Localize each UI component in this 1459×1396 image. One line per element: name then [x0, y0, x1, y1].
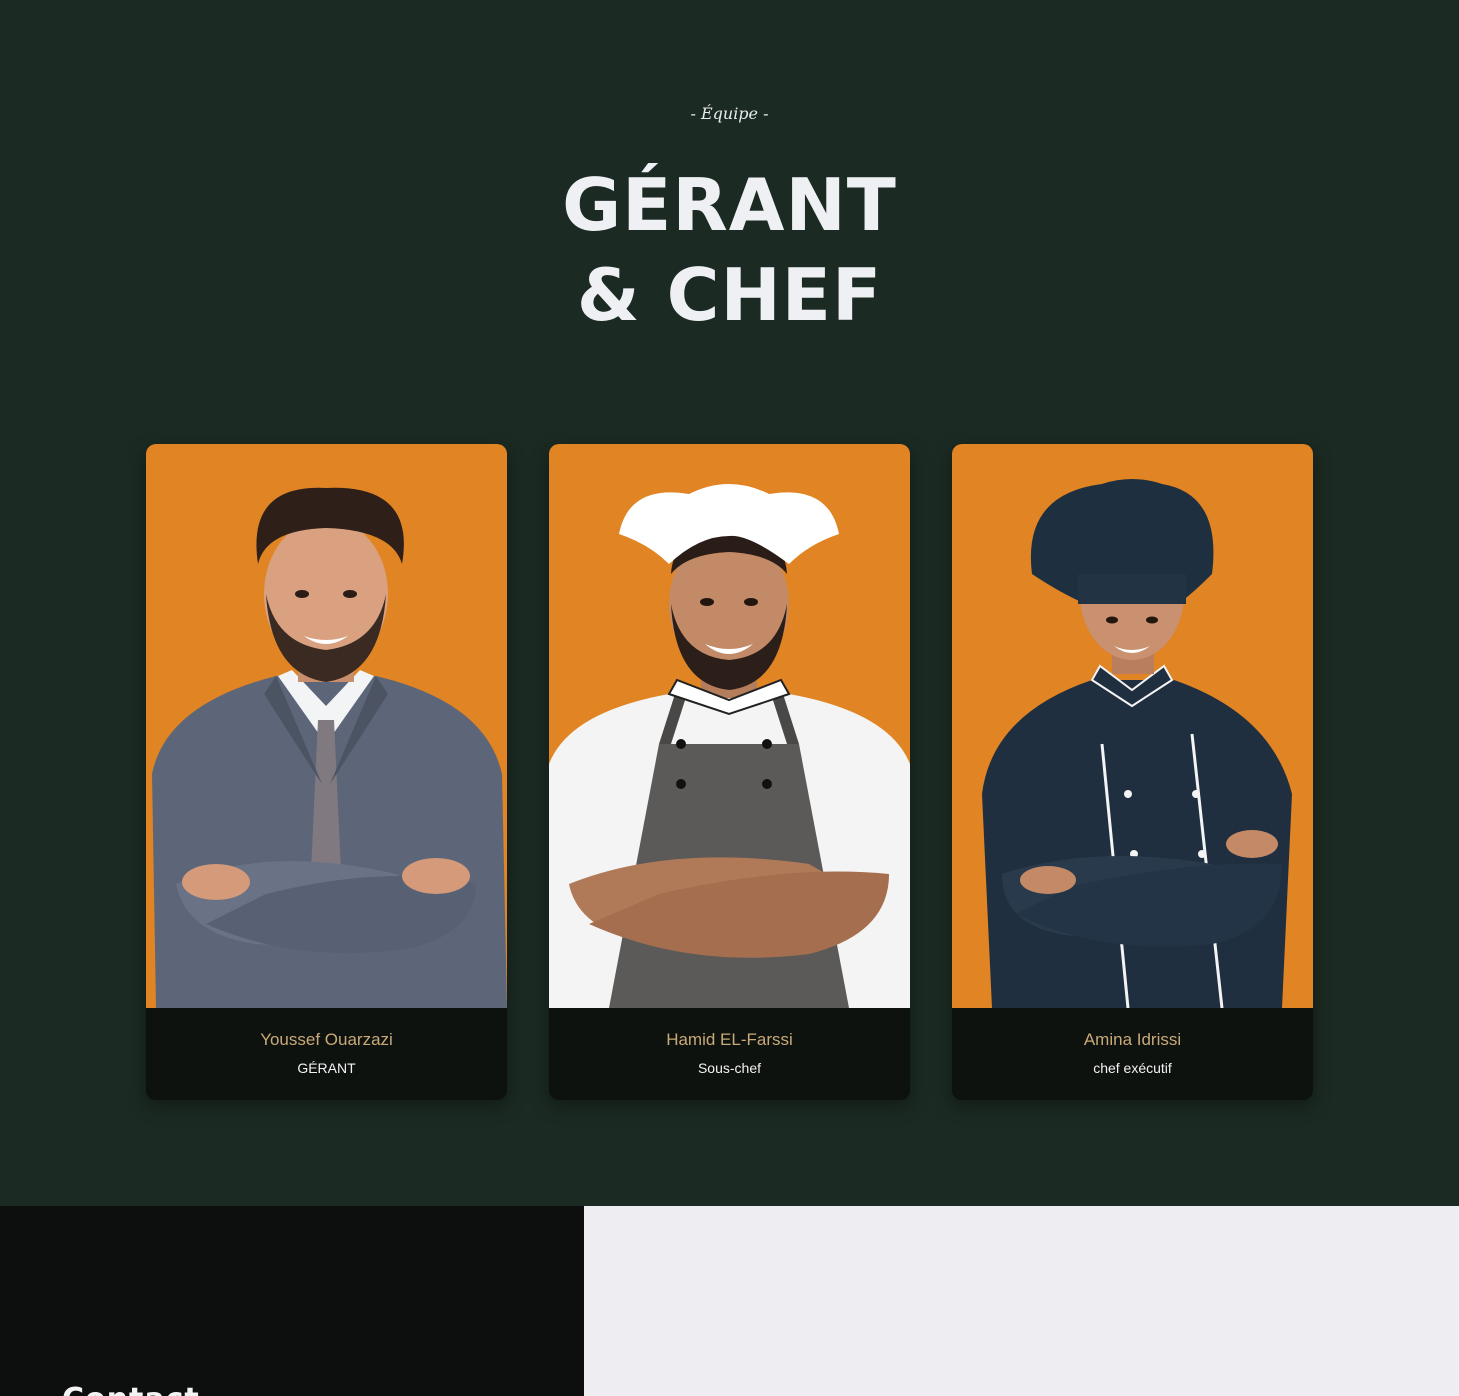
section-title-line-2: & CHEF [576, 253, 883, 337]
team-photo-manager [146, 444, 507, 1008]
team-card-sous-chef[interactable]: Hamid EL-Farssi Sous-chef [549, 444, 910, 1100]
team-member-role: chef exécutif [1093, 1060, 1172, 1076]
section-title: GÉRANT & CHEF [0, 160, 1459, 340]
section-title-line-1: GÉRANT [562, 163, 897, 247]
team-card-executive-chef[interactable]: Amina Idrissi chef exécutif [952, 444, 1313, 1100]
contact-map-area [584, 1206, 1459, 1396]
team-card-manager[interactable]: Youssef Ouarzazi GÉRANT [146, 444, 507, 1100]
team-member-role: Sous-chef [697, 1060, 762, 1076]
team-section: - Équipe - GÉRANT & CHEF Youssef Ouarzaz… [0, 0, 1459, 1206]
team-member-name: Hamid EL-Farssi [666, 1030, 793, 1049]
team-info-executive-chef: Amina Idrissi chef exécutif [952, 1008, 1313, 1100]
team-photo-sous-chef [549, 444, 910, 1008]
team-photo-executive-chef [952, 444, 1313, 1008]
team-member-role: GÉRANT [297, 1060, 356, 1076]
team-info-manager: Youssef Ouarzazi GÉRANT [146, 1008, 507, 1100]
contact-heading: Contact [62, 1382, 200, 1396]
team-info-sous-chef: Hamid EL-Farssi Sous-chef [549, 1008, 910, 1100]
team-member-name: Amina Idrissi [1083, 1030, 1182, 1049]
section-eyebrow: - Équipe - [690, 104, 769, 123]
contact-section: Contact [0, 1206, 584, 1396]
team-member-name: Youssef Ouarzazi [260, 1030, 393, 1049]
